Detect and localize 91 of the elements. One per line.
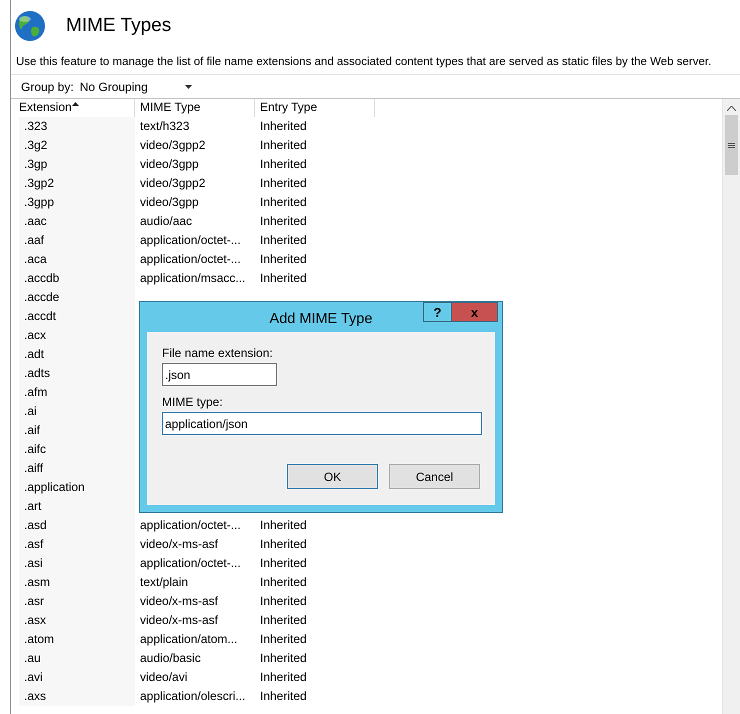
table-cell-text: application/octet-... bbox=[139, 232, 242, 249]
table-cell: .asf bbox=[19, 535, 135, 554]
table-cell: .asr bbox=[19, 592, 135, 611]
table-cell: .asx bbox=[19, 611, 135, 630]
table-cell-text: video/3gpp bbox=[139, 156, 200, 173]
table-cell: .art bbox=[19, 497, 135, 516]
group-by-dropdown[interactable]: No Grouping bbox=[80, 80, 198, 94]
table-cell-text: Inherited bbox=[259, 156, 308, 173]
scroll-thumb[interactable] bbox=[725, 115, 738, 175]
globe-icon bbox=[14, 10, 46, 42]
scrollbar[interactable] bbox=[722, 99, 740, 714]
column-header[interactable]: Entry Type bbox=[255, 99, 375, 117]
table-cell-text: Inherited bbox=[259, 137, 308, 154]
table-cell: .adt bbox=[19, 345, 135, 364]
page-title: MIME Types bbox=[66, 15, 172, 37]
table-cell: .3gpp bbox=[19, 193, 135, 212]
table-cell-text: application/octet-... bbox=[139, 555, 242, 572]
table-cell: .aiff bbox=[19, 459, 135, 478]
table-cell: .aaf bbox=[19, 231, 135, 250]
table-cell-text: Inherited bbox=[259, 251, 308, 268]
table-cell: .3gp2 bbox=[19, 174, 135, 193]
cancel-button[interactable]: Cancel bbox=[389, 464, 480, 489]
table-cell-text: Inherited bbox=[259, 650, 308, 667]
table-cell-text: Inherited bbox=[259, 631, 308, 648]
table-cell: .afm bbox=[19, 383, 135, 402]
table-cell: .asm bbox=[19, 573, 135, 592]
table-cell-text: Inherited bbox=[259, 669, 308, 686]
table-cell-text: video/x-ms-asf bbox=[139, 593, 220, 610]
table-cell-text: application/octet-... bbox=[139, 517, 242, 534]
table-cell: .application bbox=[19, 478, 135, 497]
table-cell: .3gp bbox=[19, 155, 135, 174]
table-cell: .aca bbox=[19, 250, 135, 269]
table-cell: .aifc bbox=[19, 440, 135, 459]
table-cell-text: Inherited bbox=[259, 118, 308, 135]
table-cell: .accde bbox=[19, 288, 135, 307]
table-cell-text: text/h323 bbox=[139, 118, 190, 135]
table-cell-text: application/msacc... bbox=[139, 270, 246, 287]
table-cell-text: Inherited bbox=[259, 517, 308, 534]
table-cell: .asd bbox=[19, 516, 135, 535]
table-cell-text: Inherited bbox=[259, 574, 308, 591]
table-cell: .323 bbox=[19, 117, 135, 136]
mime-type-field[interactable]: application/json bbox=[162, 412, 482, 435]
ok-button[interactable]: OK bbox=[287, 464, 378, 489]
table-cell-text: video/3gpp2 bbox=[139, 175, 206, 192]
table-cell-text: Inherited bbox=[259, 536, 308, 553]
sort-arrow-icon bbox=[72, 102, 79, 106]
table-cell-text: Inherited bbox=[259, 213, 308, 230]
description-text: Use this feature to manage the list of file name extensions and associated content types that are served as static files by the Web server. bbox=[16, 56, 712, 68]
table-cell: .atom bbox=[19, 630, 135, 649]
table-cell: .accdt bbox=[19, 307, 135, 326]
field-label: File name extension: bbox=[162, 346, 274, 360]
table-cell-text: video/avi bbox=[139, 669, 188, 686]
grip-icon bbox=[728, 142, 735, 148]
field-label: MIME type: bbox=[162, 395, 224, 409]
caret-icon bbox=[184, 84, 192, 88]
table-cell-text: Inherited bbox=[259, 270, 308, 287]
table-cell-text: Inherited bbox=[259, 593, 308, 610]
close-button[interactable]: x bbox=[452, 302, 498, 322]
table-cell-text: audio/aac bbox=[139, 213, 194, 230]
table-cell-text: Inherited bbox=[259, 555, 308, 572]
table-cell: .ai bbox=[19, 402, 135, 421]
table-cell: .3g2 bbox=[19, 136, 135, 155]
table-cell-text: Inherited bbox=[259, 194, 308, 211]
table-cell-text: Inherited bbox=[259, 612, 308, 629]
table-cell: .aif bbox=[19, 421, 135, 440]
extension-field[interactable]: .json bbox=[162, 363, 277, 386]
group-by-label: Group by: bbox=[21, 80, 74, 94]
table-cell: .axs bbox=[19, 687, 135, 706]
table-cell: .avi bbox=[19, 668, 135, 687]
table-cell: .accdb bbox=[19, 269, 135, 288]
table-cell-text: Inherited bbox=[259, 175, 308, 192]
table-cell: .au bbox=[19, 649, 135, 668]
column-header[interactable]: MIME Type bbox=[135, 99, 255, 117]
scroll-up-icon[interactable] bbox=[727, 106, 736, 111]
table-cell-text: video/3gpp bbox=[139, 194, 200, 211]
table-cell: .aac bbox=[19, 212, 135, 231]
table-cell-text: audio/basic bbox=[139, 650, 202, 667]
table-cell-text: application/atom... bbox=[139, 631, 238, 648]
table-cell: .acx bbox=[19, 326, 135, 345]
help-button[interactable]: ? bbox=[423, 302, 452, 322]
table-cell-text: text/plain bbox=[139, 574, 190, 591]
table-cell-text: application/olescri... bbox=[139, 688, 246, 705]
table-cell-text: Inherited bbox=[259, 688, 308, 705]
table-cell: .asi bbox=[19, 554, 135, 573]
table-cell: .adts bbox=[19, 364, 135, 383]
table-cell-text: video/x-ms-asf bbox=[139, 536, 220, 553]
table-cell-text: Inherited bbox=[259, 232, 308, 249]
table-cell-text: video/3gpp2 bbox=[139, 137, 206, 154]
table-cell-text: application/octet-... bbox=[139, 251, 242, 268]
dialog-title: Add MIME Type bbox=[270, 310, 372, 326]
table-cell-text: video/x-ms-asf bbox=[139, 612, 220, 629]
